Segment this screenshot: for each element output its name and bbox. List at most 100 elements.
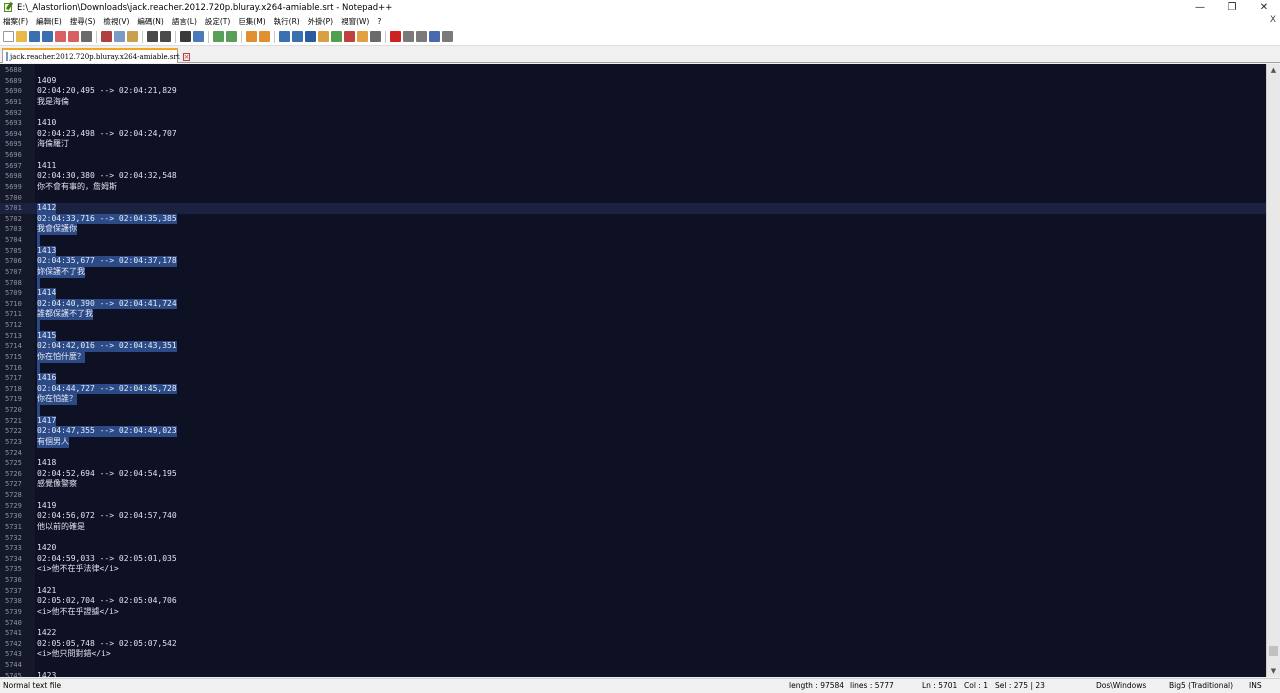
editor-line[interactable]: 5698 02:04:30,380 --> 02:04:32,548 xyxy=(0,171,1266,182)
status-encoding[interactable]: Big5 (Traditional) xyxy=(1169,681,1233,690)
editor-lines[interactable]: 5688 5689 1409 5690 02:04:20,495 --> 02:04:2… xyxy=(0,65,1266,677)
indent-guide-icon[interactable] xyxy=(305,31,316,42)
editor-line[interactable]: 5725 1418 xyxy=(0,458,1266,469)
line-text[interactable]: 1413 xyxy=(37,245,57,257)
menu-item-1[interactable]: 編輯(E) xyxy=(36,16,62,27)
menu-item-4[interactable]: 編碼(N) xyxy=(137,16,163,27)
line-text[interactable]: 02:04:30,380 --> 02:04:32,548 xyxy=(37,171,177,182)
minimize-button[interactable]: — xyxy=(1184,0,1216,15)
line-text[interactable]: 1423 xyxy=(37,671,56,677)
line-text[interactable]: 02:05:02,704 --> 02:05:04,706 xyxy=(37,596,177,607)
editor-line[interactable]: 5734 02:04:59,033 --> 02:05:01,035 xyxy=(0,554,1266,565)
line-text[interactable]: 02:04:56,072 --> 02:04:57,740 xyxy=(37,511,177,522)
editor-line[interactable]: 5727 感覺像警察 xyxy=(0,479,1266,490)
line-text[interactable]: 1418 xyxy=(37,458,56,469)
editor-line[interactable]: 5708 xyxy=(0,277,1266,289)
menu-item-2[interactable]: 搜尋(S) xyxy=(70,16,96,27)
paste-icon[interactable] xyxy=(127,31,138,42)
editor-line[interactable]: 5745 1423 xyxy=(0,671,1266,677)
editor-line[interactable]: 5690 02:04:20,495 --> 02:04:21,829 xyxy=(0,86,1266,97)
editor-line[interactable]: 5694 02:04:23,498 --> 02:04:24,707 xyxy=(0,129,1266,140)
menu-item-11[interactable]: ? xyxy=(377,17,381,26)
editor-line[interactable]: 5715 你在怕什麼？ xyxy=(0,351,1266,363)
doc-map-icon[interactable] xyxy=(331,31,342,42)
line-text[interactable]: 02:04:20,495 --> 02:04:21,829 xyxy=(37,86,177,97)
line-text[interactable] xyxy=(37,362,40,374)
editor-line[interactable]: 5744 xyxy=(0,660,1266,671)
line-text[interactable]: 有個男人 xyxy=(37,436,69,448)
menu-item-5[interactable]: 語言(L) xyxy=(172,16,197,27)
close-window-button[interactable]: ✕ xyxy=(1248,0,1280,15)
menu-item-10[interactable]: 視窗(W) xyxy=(341,16,369,27)
line-text[interactable]: 1414 xyxy=(37,288,57,299)
run-macro-multiple-icon[interactable] xyxy=(429,31,440,42)
editor-line[interactable]: 5706 02:04:35,677 --> 02:04:37,178 xyxy=(0,256,1266,267)
undo-icon[interactable] xyxy=(147,31,158,42)
folder-workspace-icon[interactable] xyxy=(357,31,368,42)
save-all-icon[interactable] xyxy=(42,31,53,42)
maximize-button[interactable]: ❐ xyxy=(1216,0,1248,15)
editor-line[interactable]: 5716 xyxy=(0,362,1266,374)
save-icon[interactable] xyxy=(29,31,40,42)
editor-line[interactable]: 5702 02:04:33,716 --> 02:04:35,385 xyxy=(0,213,1266,225)
editor-line[interactable]: 5697 1411 xyxy=(0,161,1266,172)
editor-line[interactable]: 5711 誰都保護不了我 xyxy=(0,309,1266,320)
editor-line[interactable]: 5721 1417 xyxy=(0,415,1266,427)
zoom-in-icon[interactable] xyxy=(213,31,224,42)
line-text[interactable]: 你在怕什麼？ xyxy=(37,351,85,363)
editor-line[interactable]: 5695 海倫羅汀 xyxy=(0,139,1266,150)
show-all-chars-icon[interactable] xyxy=(292,31,303,42)
line-text[interactable]: 1415 xyxy=(37,330,57,342)
tab-active-document[interactable]: jack.reacher.2012.720p.bluray.x264-amiab… xyxy=(2,48,191,63)
editor-line[interactable]: 5700 xyxy=(0,193,1266,204)
line-text[interactable] xyxy=(37,320,40,331)
line-text[interactable] xyxy=(37,277,40,289)
playback-icon[interactable] xyxy=(416,31,427,42)
editor-line[interactable]: 5720 xyxy=(0,405,1266,416)
line-text[interactable]: 感覺像警察 xyxy=(37,479,77,490)
editor-line[interactable]: 5726 02:04:52,694 --> 02:04:54,195 xyxy=(0,469,1266,480)
editor-line[interactable]: 5689 1409 xyxy=(0,76,1266,87)
editor-line[interactable]: 5743 <i>他只問對錯</i> xyxy=(0,649,1266,660)
status-eol-format[interactable]: Dos\Windows xyxy=(1096,681,1146,690)
editor-line[interactable]: 5712 xyxy=(0,320,1266,331)
line-text[interactable]: 海倫羅汀 xyxy=(37,139,69,150)
editor-line[interactable]: 5736 xyxy=(0,575,1266,586)
editor-line[interactable]: 5733 1420 xyxy=(0,543,1266,554)
line-text[interactable]: 02:04:35,677 --> 02:04:37,178 xyxy=(37,256,177,267)
line-text[interactable]: 1420 xyxy=(37,543,56,554)
editor-line[interactable]: 5696 xyxy=(0,150,1266,161)
line-text[interactable]: 02:04:52,694 --> 02:04:54,195 xyxy=(37,469,177,480)
menu-item-9[interactable]: 外掛(P) xyxy=(308,16,333,27)
menu-item-3[interactable]: 檢視(V) xyxy=(103,16,129,27)
editor-line[interactable]: 5701 1412 xyxy=(0,203,1266,214)
editor-line[interactable]: 5703 我會保護你 xyxy=(0,224,1266,235)
line-text[interactable]: <i>他只問對錯</i> xyxy=(37,649,111,660)
editor-line[interactable]: 5692 xyxy=(0,108,1266,119)
line-text[interactable]: 1421 xyxy=(37,586,56,597)
line-text[interactable] xyxy=(37,405,40,416)
line-text[interactable]: 他以前的確是 xyxy=(37,522,85,533)
line-text[interactable]: 1410 xyxy=(37,118,56,129)
line-text[interactable]: 你不會有事的，詹姆斯 xyxy=(37,182,117,193)
editor-line[interactable]: 5738 02:05:02,704 --> 02:05:04,706 xyxy=(0,596,1266,607)
line-text[interactable]: 你在怕誰？ xyxy=(37,394,77,405)
line-text[interactable]: <i>他不在乎法律</i> xyxy=(37,564,119,575)
editor-line[interactable]: 5741 1422 xyxy=(0,628,1266,639)
editor-line[interactable]: 5719 你在怕誰？ xyxy=(0,394,1266,405)
editor-line[interactable]: 5740 xyxy=(0,618,1266,629)
line-text[interactable]: 妳保護不了我 xyxy=(37,266,85,278)
line-text[interactable]: 我是海倫 xyxy=(37,97,69,108)
sync-horizontal-icon[interactable] xyxy=(259,31,270,42)
line-text[interactable]: 1416 xyxy=(37,373,57,384)
word-wrap-icon[interactable] xyxy=(279,31,290,42)
editor-line[interactable]: 5729 1419 xyxy=(0,501,1266,512)
record-macro-icon[interactable] xyxy=(390,31,401,42)
editor-line[interactable]: 5709 1414 xyxy=(0,288,1266,299)
line-text[interactable]: 1409 xyxy=(37,76,56,87)
line-text[interactable]: 1412 xyxy=(37,203,57,214)
line-text[interactable]: 02:04:59,033 --> 02:05:01,035 xyxy=(37,554,177,565)
cut-icon[interactable] xyxy=(101,31,112,42)
tab-close-icon[interactable]: × xyxy=(182,52,191,61)
editor-line[interactable]: 5704 xyxy=(0,235,1266,246)
